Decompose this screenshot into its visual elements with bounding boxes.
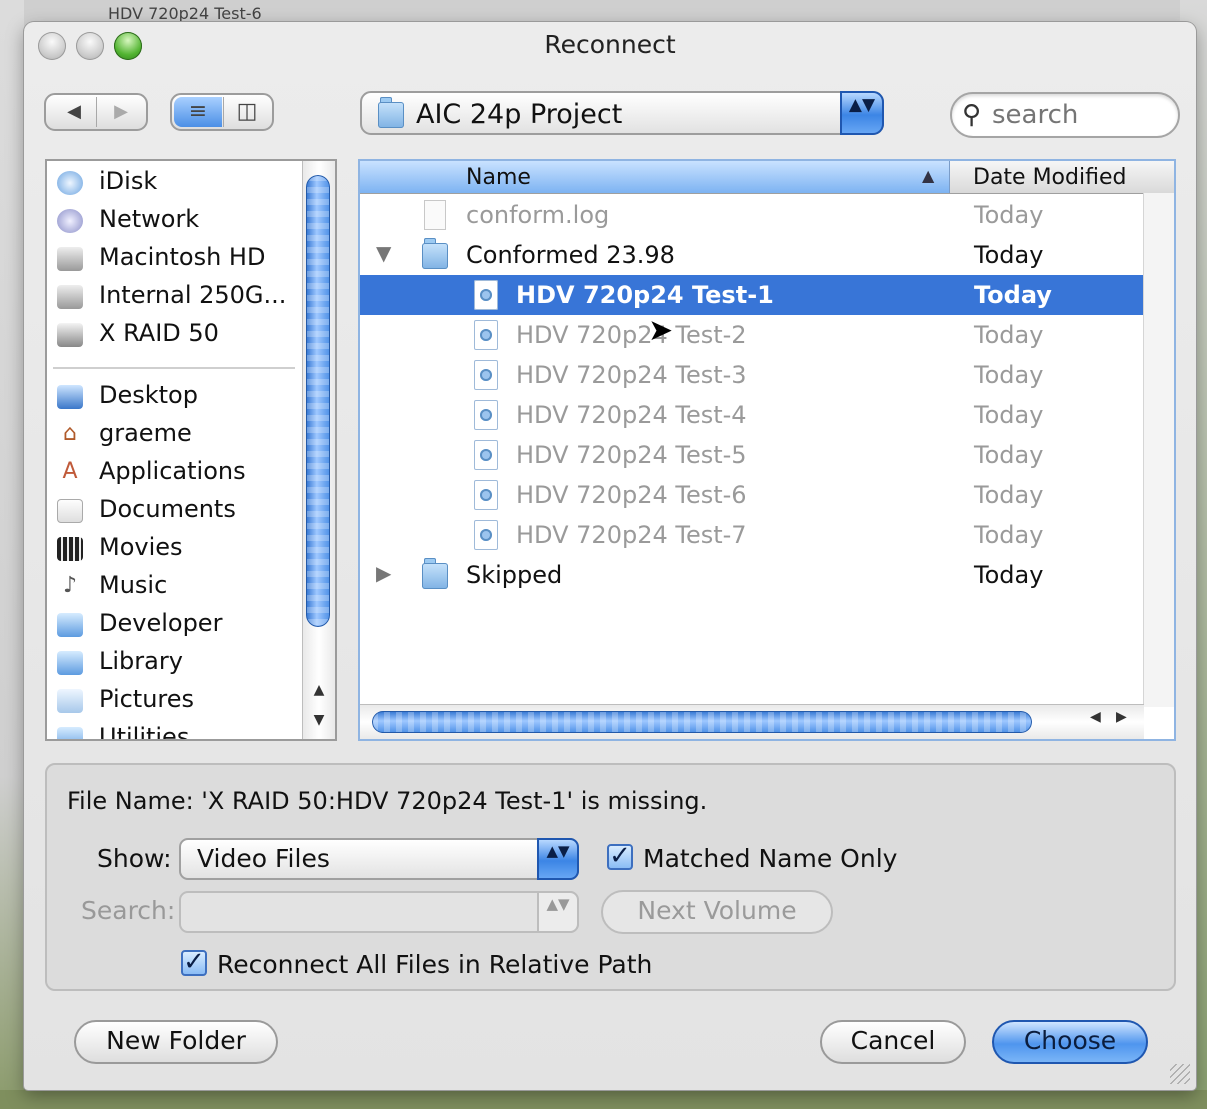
select-arrows-icon: ▲▼ bbox=[537, 838, 579, 880]
developer-icon bbox=[57, 613, 83, 637]
background-window-title: HDV 720p24 Test-6 bbox=[108, 4, 262, 23]
movie-file-icon bbox=[474, 480, 498, 510]
forward-arrow-icon: ▶ bbox=[114, 101, 128, 122]
search-field[interactable]: ⚲ bbox=[950, 92, 1180, 138]
name-column-header[interactable]: Name ▲ bbox=[360, 161, 950, 193]
utilities-icon bbox=[57, 727, 83, 739]
back-arrow-icon: ◀ bbox=[67, 101, 81, 122]
file-row-hdv-test-1[interactable]: HDV 720p24 Test-1 Today bbox=[360, 275, 1144, 315]
horizontal-scroll-thumb[interactable] bbox=[372, 711, 1032, 733]
background-bottom bbox=[0, 1090, 1207, 1109]
movies-icon bbox=[57, 537, 83, 561]
matched-name-only-checkbox[interactable]: ✓ bbox=[607, 841, 633, 871]
search-input[interactable] bbox=[992, 100, 1162, 130]
title-bar[interactable]: Reconnect bbox=[24, 22, 1196, 66]
forward-button[interactable]: ▶ bbox=[98, 95, 144, 129]
reconnect-all-label: Reconnect All Files in Relative Path bbox=[217, 950, 653, 979]
network-icon bbox=[57, 209, 83, 233]
movie-file-icon bbox=[474, 400, 498, 430]
log-file-icon bbox=[424, 200, 446, 230]
pictures-icon bbox=[57, 689, 83, 713]
mouse-pointer-icon: ➤ bbox=[648, 313, 674, 348]
show-label: Show: bbox=[97, 844, 172, 873]
movie-file-icon bbox=[474, 520, 498, 550]
popup-arrows-icon: ▲▼ bbox=[840, 91, 884, 135]
movie-file-icon bbox=[474, 320, 498, 350]
movie-file-icon bbox=[474, 360, 498, 390]
reconnect-options-panel: File Name: 'X RAID 50:HDV 720p24 Test-1'… bbox=[45, 763, 1176, 991]
movie-file-icon bbox=[474, 440, 498, 470]
window-title: Reconnect bbox=[544, 30, 676, 59]
idisk-icon bbox=[57, 171, 83, 195]
file-row-conform-log[interactable]: conform.log Today bbox=[360, 195, 1144, 235]
background-left bbox=[0, 0, 24, 1109]
applications-icon: A bbox=[62, 459, 78, 484]
search-select[interactable]: ▲▼ bbox=[179, 891, 579, 933]
browser-vertical-scrollbar[interactable] bbox=[1143, 193, 1174, 707]
file-row-hdv-test-2[interactable]: HDV 720p24 Test-2 Today bbox=[360, 315, 1144, 355]
new-folder-button[interactable]: New Folder bbox=[74, 1020, 278, 1064]
library-icon bbox=[57, 651, 83, 675]
documents-icon bbox=[57, 499, 83, 523]
date-modified-column-header[interactable]: Date Modified bbox=[973, 165, 1126, 190]
folder-icon bbox=[378, 97, 404, 128]
movie-file-icon bbox=[474, 280, 498, 310]
choose-button[interactable]: Choose bbox=[992, 1020, 1148, 1064]
column-header: Name ▲ Date Modified bbox=[360, 161, 1174, 194]
disclosure-collapsed-icon[interactable]: ▶ bbox=[376, 561, 391, 585]
disclosure-expanded-icon[interactable]: ▼ bbox=[376, 241, 391, 265]
sort-ascending-icon: ▲ bbox=[922, 166, 935, 185]
show-select-value: Video Files bbox=[197, 844, 330, 873]
music-icon: ♪ bbox=[62, 573, 78, 598]
sidebar: iDisk Network Macintosh HD Internal 250G… bbox=[45, 159, 337, 741]
folder-row-conformed-23-98[interactable]: ▼ Conformed 23.98 Today bbox=[360, 235, 1144, 275]
resize-grip-icon[interactable] bbox=[1170, 1064, 1190, 1084]
desktop-icon bbox=[57, 385, 83, 409]
folder-row-skipped[interactable]: ▶ Skipped Today bbox=[360, 555, 1144, 595]
file-row-hdv-test-3[interactable]: HDV 720p24 Test-3 Today bbox=[360, 355, 1144, 395]
hard-drive-icon bbox=[57, 285, 83, 309]
scroll-right-icon[interactable]: ▶ bbox=[1116, 709, 1127, 725]
file-browser: Name ▲ Date Modified conform.log Today ▼… bbox=[358, 159, 1176, 741]
location-label: AIC 24p Project bbox=[416, 99, 623, 130]
external-drive-icon bbox=[57, 323, 83, 347]
cancel-button[interactable]: Cancel bbox=[820, 1020, 966, 1064]
sidebar-divider bbox=[53, 367, 295, 369]
checkmark-icon: ✓ bbox=[183, 947, 205, 977]
list-view-icon: ≡ bbox=[188, 99, 208, 124]
scroll-down-icon[interactable]: ▼ bbox=[303, 707, 335, 733]
scroll-left-icon[interactable]: ◀ bbox=[1090, 709, 1101, 725]
next-volume-button[interactable]: Next Volume bbox=[601, 890, 833, 934]
checkmark-icon: ✓ bbox=[609, 841, 631, 871]
horizontal-scrollbar[interactable]: ◀ ▶ bbox=[360, 704, 1144, 739]
back-forward-control: ◀ ▶ bbox=[44, 93, 148, 131]
view-mode-control: ≡ ◫ bbox=[170, 93, 274, 131]
reconnect-all-checkbox[interactable]: ✓ bbox=[181, 947, 207, 977]
location-popup[interactable]: AIC 24p Project ▲▼ bbox=[360, 91, 884, 135]
file-row-hdv-test-5[interactable]: HDV 720p24 Test-5 Today bbox=[360, 435, 1144, 475]
file-row-hdv-test-6[interactable]: HDV 720p24 Test-6 Today bbox=[360, 475, 1144, 515]
file-row-hdv-test-7[interactable]: HDV 720p24 Test-7 Today bbox=[360, 515, 1144, 555]
folder-icon bbox=[422, 558, 448, 589]
column-view-icon: ◫ bbox=[236, 99, 258, 124]
list-view-button[interactable]: ≡ bbox=[174, 97, 222, 127]
back-button[interactable]: ◀ bbox=[52, 95, 96, 129]
home-icon: ⌂ bbox=[63, 421, 77, 446]
search-label: Search: bbox=[81, 896, 176, 925]
show-select[interactable]: Video Files ▲▼ bbox=[179, 838, 579, 880]
folder-icon bbox=[422, 238, 448, 269]
scroll-up-icon[interactable]: ▲ bbox=[303, 677, 335, 703]
missing-file-status: File Name: 'X RAID 50:HDV 720p24 Test-1'… bbox=[67, 787, 708, 815]
hard-drive-icon bbox=[57, 247, 83, 271]
matched-name-only-label: Matched Name Only bbox=[643, 844, 898, 873]
file-row-hdv-test-4[interactable]: HDV 720p24 Test-4 Today bbox=[360, 395, 1144, 435]
select-arrows-icon: ▲▼ bbox=[537, 891, 579, 933]
sidebar-scrollbar[interactable]: ▲ ▼ bbox=[302, 161, 335, 739]
column-view-button[interactable]: ◫ bbox=[224, 95, 270, 129]
search-icon: ⚲ bbox=[962, 100, 982, 130]
reconnect-dialog: Reconnect ◀ ▶ ≡ ◫ AIC 24p Project ▲▼ ⚲ i… bbox=[24, 22, 1196, 1090]
sidebar-scroll-thumb[interactable] bbox=[306, 175, 330, 627]
